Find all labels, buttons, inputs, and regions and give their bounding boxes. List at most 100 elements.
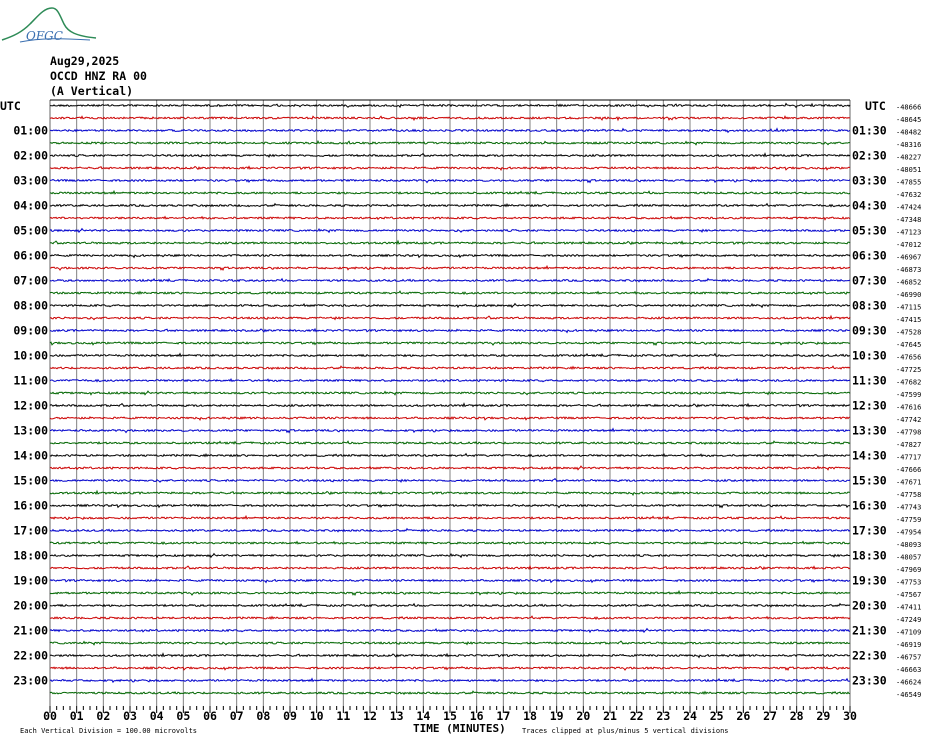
half-hour-label-right: 02:30 <box>852 149 887 163</box>
trace-offset-label: -47671 <box>896 479 921 487</box>
trace-offset-label: -48645 <box>896 116 921 124</box>
hour-label-left: 15:00 <box>13 474 48 488</box>
x-tick-label: 02 <box>96 709 110 723</box>
half-hour-label-right: 23:30 <box>852 674 887 688</box>
x-tick-label: 29 <box>816 709 830 723</box>
trace-offset-label: -46852 <box>896 279 921 287</box>
x-tick-label: 08 <box>256 709 270 723</box>
hour-label-left: 06:00 <box>13 249 48 263</box>
hour-label-left: 12:00 <box>13 399 48 413</box>
trace-offset-label: -47123 <box>896 229 921 237</box>
hour-label-left: 14:00 <box>13 449 48 463</box>
x-tick-label: 06 <box>203 709 217 723</box>
hour-label-left: 21:00 <box>13 624 48 638</box>
trace-offset-label: -47743 <box>896 504 921 512</box>
clip-note: Traces clipped at plus/minus 5 vertical … <box>522 727 729 735</box>
half-hour-label-right: 13:30 <box>852 424 887 438</box>
hour-label-left: 20:00 <box>13 599 48 613</box>
x-tick-label: 24 <box>683 709 697 723</box>
trace-offset-label: -47759 <box>896 516 921 524</box>
trace-offset-label: -48057 <box>896 554 921 562</box>
trace-offset-label: -46663 <box>896 666 921 674</box>
hour-label-left: 19:00 <box>13 574 48 588</box>
hour-label-left: 22:00 <box>13 649 48 663</box>
hour-label-left: 17:00 <box>13 524 48 538</box>
x-tick-label: 10 <box>310 709 324 723</box>
trace-offset-label: -46624 <box>896 679 921 687</box>
half-hour-label-right: 16:30 <box>852 499 887 513</box>
half-hour-label-right: 01:30 <box>852 124 887 138</box>
x-tick-label: 21 <box>603 709 617 723</box>
helicorder-chart: UTC UTC 01:00 02:00 03:00 04:00 05:00 06:00 07:0… <box>0 99 921 735</box>
x-tick-label: 09 <box>283 709 297 723</box>
trace-offset-label: -48093 <box>896 541 921 549</box>
hour-label-left: 03:00 <box>13 174 48 188</box>
hour-label-left: 05:00 <box>13 224 48 238</box>
hour-label-left: 11:00 <box>13 374 48 388</box>
trace-offset-label: -47616 <box>896 404 921 412</box>
trace-offset-label: -47827 <box>896 441 921 449</box>
trace-offset-label: -47969 <box>896 566 921 574</box>
right-axis-title: UTC <box>865 99 886 113</box>
hour-label-left: 07:00 <box>13 274 48 288</box>
trace-offset-label: -47742 <box>896 416 921 424</box>
hour-label-left: 01:00 <box>13 124 48 138</box>
x-tick-label: 30 <box>843 709 857 723</box>
x-tick-label: 27 <box>763 709 777 723</box>
x-tick-label: 19 <box>550 709 564 723</box>
trace-offset-label: -47798 <box>896 429 921 437</box>
hour-label-left: 10:00 <box>13 349 48 363</box>
half-hour-label-right: 03:30 <box>852 174 887 188</box>
half-hour-label-right: 20:30 <box>852 599 887 613</box>
x-tick-label: 13 <box>390 709 404 723</box>
half-hour-label-right: 22:30 <box>852 649 887 663</box>
hour-label-left: 16:00 <box>13 499 48 513</box>
half-hour-label-right: 08:30 <box>852 299 887 313</box>
x-tick-label: 12 <box>363 709 377 723</box>
x-tick-label: 23 <box>656 709 670 723</box>
trace-offset-label: -47725 <box>896 366 921 374</box>
half-hour-label-right: 05:30 <box>852 224 887 238</box>
hour-label-left: 04:00 <box>13 199 48 213</box>
trace-offset-label: -47012 <box>896 241 921 249</box>
trace-offset-label: -47717 <box>896 454 921 462</box>
half-hour-label-right: 19:30 <box>852 574 887 588</box>
half-hour-label-right: 10:30 <box>852 349 887 363</box>
half-hour-label-right: 06:30 <box>852 249 887 263</box>
trace-offset-label: -47682 <box>896 379 921 387</box>
x-tick-label: 16 <box>470 709 484 723</box>
half-hour-label-right: 12:30 <box>852 399 887 413</box>
trace-offset-label: -47348 <box>896 216 921 224</box>
trace-offset-label: -48316 <box>896 141 921 149</box>
x-tick-label: 04 <box>150 709 164 723</box>
half-hour-label-right: 07:30 <box>852 274 887 288</box>
trace-offset-label: -47115 <box>896 304 921 312</box>
trace-offset-label: -48051 <box>896 166 921 174</box>
half-hour-label-right: 04:30 <box>852 199 887 213</box>
half-hour-label-right: 11:30 <box>852 374 887 388</box>
trace-offset-label: -47109 <box>896 629 921 637</box>
trace-offset-label: -47249 <box>896 616 921 624</box>
x-tick-label: 20 <box>576 709 590 723</box>
trace-offset-label: -48666 <box>896 104 921 112</box>
trace-offset-label: -47632 <box>896 191 921 199</box>
trace-offset-label: -47753 <box>896 579 921 587</box>
trace-offset-label: -47666 <box>896 466 921 474</box>
trace-offset-label: -47758 <box>896 491 921 499</box>
half-hour-label-right: 15:30 <box>852 474 887 488</box>
x-tick-label: 05 <box>176 709 190 723</box>
trace-offset-label: -47656 <box>896 354 921 362</box>
division-note: Each Vertical Division = 100.00 microvol… <box>20 727 197 735</box>
x-tick-label: 00 <box>43 709 57 723</box>
x-tick-label: 14 <box>416 709 430 723</box>
hour-label-left: 09:00 <box>13 324 48 338</box>
x-tick-label: 28 <box>790 709 804 723</box>
x-tick-label: 15 <box>443 709 457 723</box>
half-hour-label-right: 18:30 <box>852 549 887 563</box>
x-tick-label: 01 <box>70 709 84 723</box>
trace-offset-label: -48227 <box>896 154 921 162</box>
trace-offset-label: -46757 <box>896 654 921 662</box>
trace-offset-label: -47645 <box>896 341 921 349</box>
trace-offset-label: -46919 <box>896 641 921 649</box>
x-tick-label: 17 <box>496 709 510 723</box>
